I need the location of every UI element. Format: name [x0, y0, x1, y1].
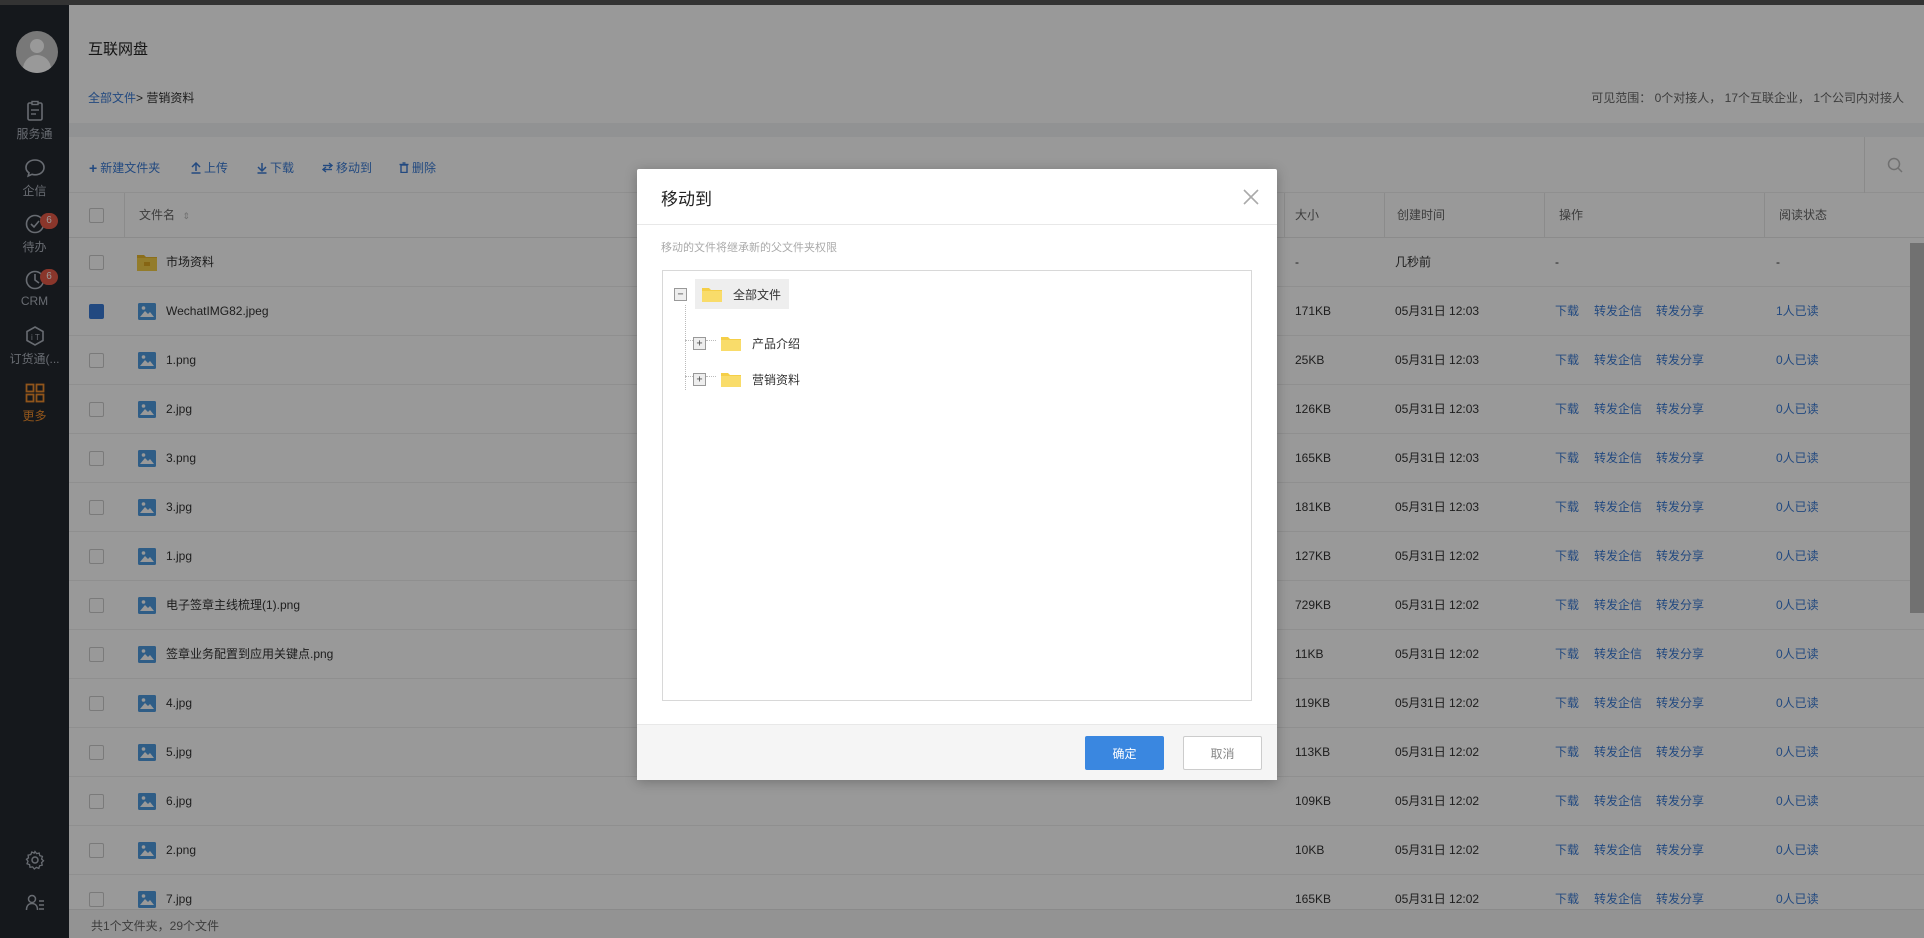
folder-icon	[721, 337, 741, 351]
tree-node-label: 产品介绍	[752, 336, 801, 351]
dialog-header: 移动到	[637, 169, 1277, 225]
tree-node-label: 全部文件	[733, 287, 782, 302]
folder-icon	[721, 373, 741, 387]
tree-node-product-intro[interactable]: + 产品介绍	[693, 334, 800, 352]
expand-toggle[interactable]: +	[693, 372, 706, 386]
dialog-hint: 移动的文件将继承新的父文件夹权限	[661, 242, 837, 254]
tree-node-root-label-wrap[interactable]: 全部文件	[695, 279, 790, 309]
close-icon	[1243, 189, 1259, 205]
dialog-title: 移动到	[661, 190, 712, 209]
tree-node-root[interactable]: − 全部文件	[674, 279, 790, 309]
dialog-footer: 确定 取消	[637, 724, 1277, 780]
collapse-toggle[interactable]: −	[674, 287, 687, 301]
folder-tree: − 全部文件 + 产品介绍 + 营销资料	[662, 270, 1252, 701]
tree-node-marketing[interactable]: + 营销资料	[693, 370, 800, 388]
folder-icon	[702, 288, 722, 302]
tree-node-label: 营销资料	[752, 372, 801, 387]
cancel-button[interactable]: 取消	[1183, 736, 1262, 770]
move-to-dialog: 移动到 移动的文件将继承新的父文件夹权限 − 全部文件 + 产品介绍 + 营销资…	[637, 169, 1277, 780]
confirm-button[interactable]: 确定	[1085, 736, 1164, 770]
close-button[interactable]	[1243, 189, 1259, 205]
tree-connector	[685, 305, 686, 390]
expand-toggle[interactable]: +	[693, 336, 706, 350]
